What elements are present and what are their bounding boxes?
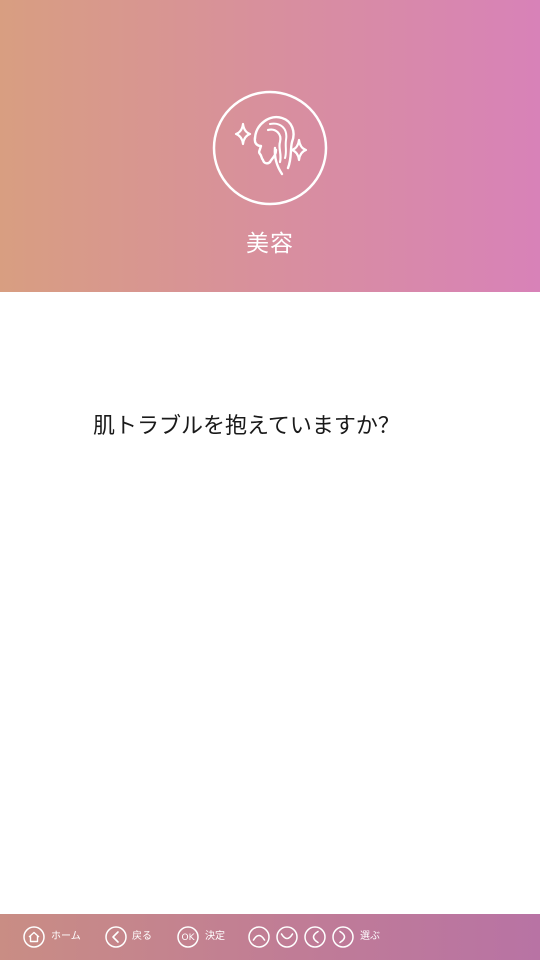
right-button-icon[interactable] (332, 926, 354, 948)
up-button-icon[interactable] (248, 926, 270, 948)
home-button-icon[interactable] (23, 926, 45, 948)
select-label: 選ぶ (360, 931, 380, 942)
category-title: 美容 (246, 231, 294, 257)
down-button-icon[interactable] (276, 926, 298, 948)
beauty-face-icon (212, 90, 328, 206)
back-label: 戻る (132, 931, 152, 942)
ok-button-icon[interactable]: OK (177, 926, 199, 948)
ok-icon-text: OK (182, 933, 196, 943)
header-banner: 美容 (0, 0, 540, 292)
back-button-icon[interactable] (105, 926, 127, 948)
home-label: ホーム (51, 931, 81, 942)
ok-label: 決定 (205, 931, 225, 942)
remote-control-guide: ホーム 戻る OK 決定 選ぶ (0, 914, 540, 960)
question-text: 肌トラブルを抱えていますか？ (93, 414, 400, 439)
left-button-icon[interactable] (304, 926, 326, 948)
